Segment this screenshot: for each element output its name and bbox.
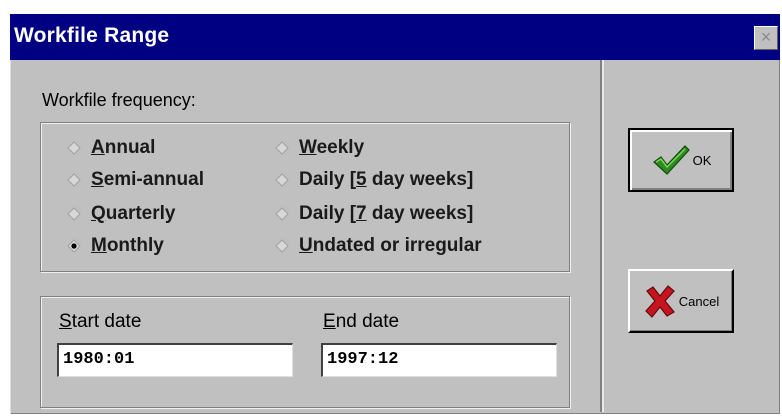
radio-quarterly[interactable]: Quarterly — [67, 203, 175, 225]
end-date-label: End date — [323, 311, 400, 332]
radio-daily-5[interactable]: Daily [5 day weeks] — [275, 169, 473, 191]
radio-undated-label: Undated or irregular — [299, 235, 482, 256]
checkmark-icon — [651, 143, 691, 177]
radio-semi-annual-label: Semi-annual — [91, 169, 204, 190]
radio-unselected-icon — [67, 173, 81, 187]
radio-monthly-label: Monthly — [91, 235, 164, 256]
radio-undated[interactable]: Undated or irregular — [275, 235, 482, 257]
frequency-group: Annual Semi-annual Quarterly Monthly Wee… — [40, 122, 570, 272]
radio-daily-7[interactable]: Daily [7 day weeks] — [275, 203, 473, 225]
end-date-input[interactable]: 1997:12 — [321, 343, 557, 377]
radio-unselected-icon — [275, 207, 289, 221]
start-date-label: Start date — [59, 311, 142, 332]
radio-unselected-icon — [275, 173, 289, 187]
radio-unselected-icon — [67, 141, 81, 155]
radio-semi-annual[interactable]: Semi-annual — [67, 169, 204, 191]
radio-weekly[interactable]: Weekly — [275, 137, 364, 159]
frequency-label: Workfile frequency: — [42, 90, 196, 110]
radio-unselected-icon — [275, 239, 289, 253]
close-button[interactable]: × — [754, 26, 778, 50]
radio-selected-icon — [67, 239, 81, 253]
window-title: Workfile Range — [14, 24, 170, 47]
x-mark-icon — [643, 284, 677, 318]
date-range-group: Start date 1980:01 End date 1997:12 — [40, 296, 570, 408]
ok-button[interactable]: OK — [628, 128, 734, 192]
close-icon: × — [760, 27, 772, 47]
radio-unselected-icon — [67, 207, 81, 221]
cancel-label: Cancel — [678, 293, 720, 309]
radio-monthly[interactable]: Monthly — [67, 235, 164, 257]
title-bar[interactable]: Workfile Range × — [10, 14, 780, 60]
radio-daily-5-label: Daily [5 day weeks] — [299, 169, 474, 190]
workfile-range-dialog: Workfile Range × Workfile frequency: Ann… — [10, 14, 780, 414]
cancel-button[interactable]: Cancel — [628, 269, 734, 333]
radio-annual[interactable]: Annual — [67, 137, 155, 159]
radio-daily-7-label: Daily [7 day weeks] — [299, 203, 474, 224]
radio-annual-label: Annual — [91, 137, 156, 158]
radio-unselected-icon — [275, 141, 289, 155]
radio-weekly-label: Weekly — [299, 137, 365, 158]
left-panel: Workfile frequency: Annual Semi-annual Q… — [12, 60, 604, 412]
radio-quarterly-label: Quarterly — [91, 203, 176, 224]
ok-label: OK — [692, 152, 712, 168]
start-date-input[interactable]: 1980:01 — [57, 343, 293, 377]
